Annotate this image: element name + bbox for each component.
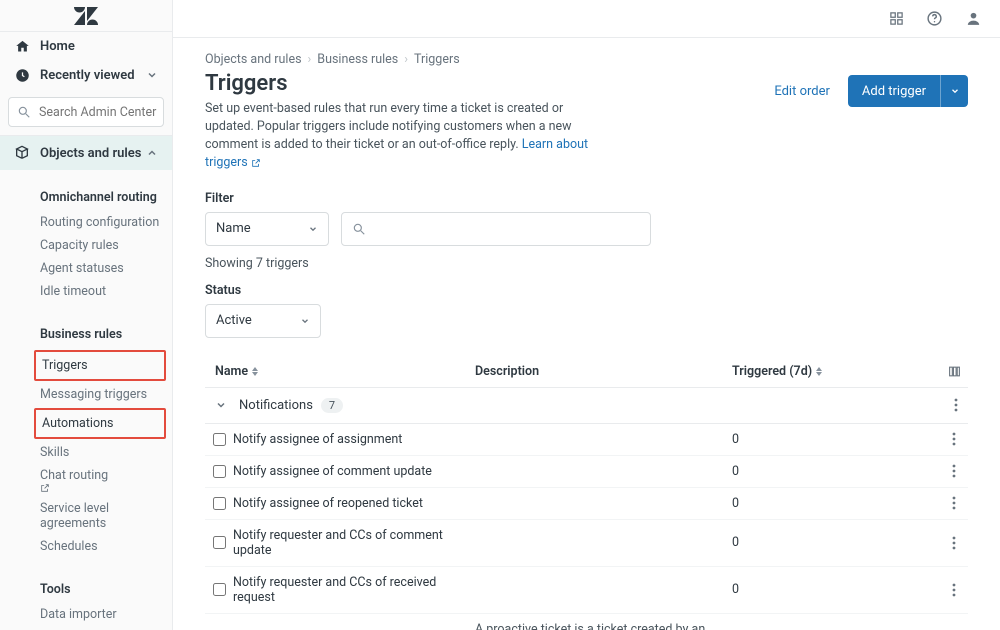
search-icon [17, 105, 31, 119]
group-name: Notifications [239, 398, 313, 413]
section-label: Objects and rules [40, 146, 141, 161]
showing-count: Showing 7 triggers [205, 256, 968, 271]
page-title: Triggers [205, 71, 605, 96]
search-icon [352, 222, 366, 236]
sort-icon[interactable] [816, 367, 822, 376]
chevron-down-icon [146, 69, 158, 81]
table-row[interactable]: Notify requester and CCs of received req… [205, 567, 968, 614]
sidebar-item[interactable]: Idle timeout [14, 280, 172, 303]
sidebar-heading: Omnichannel routing [14, 184, 172, 211]
row-menu-icon[interactable] [940, 464, 968, 478]
objects-icon [14, 145, 30, 161]
section-objects-and-rules[interactable]: Objects and rules [0, 136, 172, 170]
chevron-up-icon [146, 147, 158, 159]
home-icon [14, 38, 30, 54]
row-menu-icon[interactable] [940, 432, 968, 446]
sidebar-item[interactable]: Messaging triggers [14, 383, 172, 406]
th-triggered[interactable]: Triggered (7d) [732, 364, 812, 379]
chevron-down-icon[interactable] [215, 399, 227, 411]
crumb-1[interactable]: Business rules [317, 52, 398, 67]
profile-icon[interactable] [965, 10, 982, 27]
breadcrumb: Objects and rules › Business rules › Tri… [205, 52, 968, 67]
apps-icon[interactable] [889, 11, 904, 26]
row-menu-icon[interactable] [954, 398, 968, 412]
filter-search-input[interactable] [366, 221, 640, 236]
sort-icon[interactable] [252, 367, 258, 376]
trigger-count: 0 [732, 432, 940, 447]
sidebar-item[interactable]: Chat routing [14, 464, 172, 497]
row-menu-icon[interactable] [940, 496, 968, 510]
edit-order-link[interactable]: Edit order [774, 84, 830, 99]
add-trigger-button[interactable]: Add trigger [848, 75, 940, 107]
sidebar-heading: Business rules [14, 321, 172, 348]
external-link-icon [40, 483, 172, 493]
sidebar-item[interactable]: Agent statuses [14, 257, 172, 280]
trigger-count: 0 [732, 535, 940, 550]
sidebar-heading: Tools [14, 576, 172, 603]
trigger-name: Notify assignee of reopened ticket [233, 496, 475, 511]
clock-icon [14, 67, 30, 83]
row-checkbox[interactable] [213, 583, 226, 596]
sidebar-item[interactable]: Automations [42, 412, 164, 435]
chevron-down-icon [308, 224, 318, 234]
crumb-2[interactable]: Triggers [414, 52, 460, 67]
sidebar-item[interactable]: Triggers [42, 354, 164, 377]
th-name[interactable]: Name [215, 364, 248, 379]
trigger-description: A proactive ticket is a ticket created b… [475, 622, 732, 630]
sidebar-item[interactable]: Routing configuration [14, 211, 172, 234]
triggers-table: Name Description Triggered (7d) [205, 356, 968, 630]
status-select[interactable]: Active [205, 304, 321, 338]
table-row[interactable]: Notify requester of new proactive ticket… [205, 614, 968, 630]
external-link-icon [251, 158, 261, 168]
trigger-count: 0 [732, 582, 940, 597]
table-row[interactable]: Notify assignee of reopened ticket 0 [205, 488, 968, 520]
topbar [173, 0, 1000, 38]
filter-label: Filter [205, 191, 968, 206]
row-menu-icon[interactable] [940, 536, 968, 550]
row-menu-icon[interactable] [940, 583, 968, 597]
sidebar-item[interactable]: Skills [14, 441, 172, 464]
filter-search[interactable] [341, 212, 651, 246]
crumb-0[interactable]: Objects and rules [205, 52, 302, 67]
nav-recently-viewed[interactable]: Recently viewed [0, 61, 172, 90]
trigger-name: Notify requester and CCs of received req… [233, 575, 475, 605]
row-checkbox[interactable] [213, 433, 226, 446]
trigger-count: 0 [732, 464, 940, 479]
brand-area [0, 0, 172, 32]
nav-home-label: Home [40, 39, 75, 54]
nav-recently-label: Recently viewed [40, 68, 135, 83]
table-row[interactable]: Notify assignee of comment update 0 [205, 456, 968, 488]
trigger-name: Notify assignee of comment update [233, 464, 475, 479]
trigger-name: Notify assignee of assignment [233, 432, 475, 447]
row-checkbox[interactable] [213, 536, 226, 549]
main-area: Objects and rules › Business rules › Tri… [173, 0, 1000, 630]
group-count-badge: 7 [321, 398, 343, 413]
admin-search[interactable] [8, 97, 164, 127]
nav-home[interactable]: Home [0, 32, 172, 61]
row-checkbox[interactable] [213, 497, 226, 510]
page-description: Set up event-based rules that run every … [205, 100, 605, 173]
status-label: Status [205, 283, 968, 298]
sidebar-item[interactable]: Service level agreements [14, 497, 172, 535]
trigger-group-row[interactable]: Notifications 7 [205, 388, 968, 424]
trigger-count: 0 [732, 496, 940, 511]
sidebar-item[interactable]: Data importer [14, 603, 172, 626]
zendesk-logo-icon [74, 7, 98, 25]
th-description: Description [475, 364, 539, 379]
sidebar-item[interactable]: Schedules [14, 535, 172, 558]
table-row[interactable]: Notify requester and CCs of comment upda… [205, 520, 968, 567]
sidebar-item[interactable]: Capacity rules [14, 234, 172, 257]
table-row[interactable]: Notify assignee of assignment 0 [205, 424, 968, 456]
row-checkbox[interactable] [213, 465, 226, 478]
add-trigger-dropdown[interactable] [940, 75, 968, 107]
help-icon[interactable] [926, 10, 943, 27]
admin-sidebar: Home Recently viewed [0, 0, 173, 630]
filter-field-select[interactable]: Name [205, 212, 329, 246]
columns-icon[interactable] [948, 365, 961, 378]
trigger-name: Notify requester and CCs of comment upda… [233, 528, 475, 558]
chevron-down-icon [300, 316, 310, 326]
